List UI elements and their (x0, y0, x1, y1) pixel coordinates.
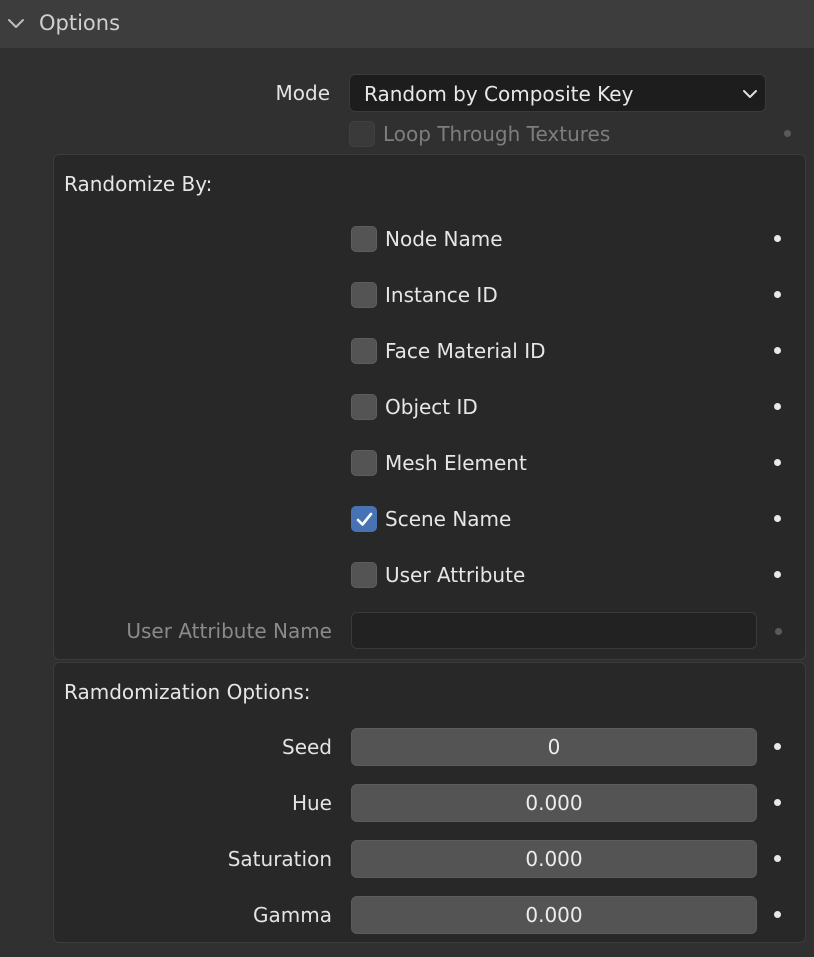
keyframe-dot-icon[interactable] (774, 911, 781, 918)
node-name-checkbox[interactable] (351, 226, 377, 252)
chevron-down-icon (8, 19, 24, 28)
randomization-options-title: Ramdomization Options: (64, 680, 311, 704)
gamma-field[interactable]: 0.000 (351, 896, 757, 934)
scene-name-checkbox[interactable] (351, 506, 377, 532)
panel-title: Options (39, 11, 121, 35)
face-material-id-label: Face Material ID (385, 339, 546, 363)
keyframe-dot-icon[interactable] (774, 291, 781, 298)
user-attribute-name-label: User Attribute Name (126, 619, 332, 643)
keyframe-dot-icon[interactable] (774, 855, 781, 862)
seed-label: Seed (282, 735, 332, 759)
gamma-label: Gamma (253, 903, 332, 927)
instance-id-label: Instance ID (385, 283, 498, 307)
seed-field[interactable]: 0 (351, 728, 757, 766)
keyframe-dot-icon[interactable] (774, 459, 781, 466)
node-name-label: Node Name (385, 227, 503, 251)
hue-field[interactable]: 0.000 (351, 784, 757, 822)
user-attribute-checkbox[interactable] (351, 562, 377, 588)
chevron-down-icon (743, 90, 757, 98)
mode-dropdown[interactable]: Random by Composite Key (349, 74, 766, 112)
keyframe-dot-icon[interactable] (774, 347, 781, 354)
keyframe-dot-icon[interactable] (774, 515, 781, 522)
keyframe-dot-icon[interactable] (774, 799, 781, 806)
face-material-id-checkbox[interactable] (351, 338, 377, 364)
saturation-field[interactable]: 0.000 (351, 840, 757, 878)
keyframe-dot-icon[interactable] (774, 235, 781, 242)
user-attribute-label: User Attribute (385, 563, 526, 587)
user-attribute-name-input[interactable] (351, 612, 757, 649)
loop-textures-label: Loop Through Textures (383, 122, 611, 146)
saturation-label: Saturation (227, 847, 332, 871)
instance-id-checkbox[interactable] (351, 282, 377, 308)
mesh-element-label: Mesh Element (385, 451, 527, 475)
object-id-label: Object ID (385, 395, 478, 419)
object-id-checkbox[interactable] (351, 394, 377, 420)
randomize-by-title: Randomize By: (64, 172, 213, 196)
keyframe-dot-icon[interactable] (774, 743, 781, 750)
checkmark-icon (356, 512, 373, 526)
options-panel-header[interactable]: Options (0, 0, 814, 48)
mesh-element-checkbox[interactable] (351, 450, 377, 476)
keyframe-dot-icon[interactable] (784, 130, 791, 137)
scene-name-label: Scene Name (385, 507, 512, 531)
loop-textures-checkbox[interactable] (349, 121, 375, 147)
keyframe-dot-icon[interactable] (774, 571, 781, 578)
keyframe-dot-icon[interactable] (774, 403, 781, 410)
hue-label: Hue (291, 791, 332, 815)
mode-label: Mode (275, 81, 331, 105)
keyframe-dot-icon[interactable] (775, 628, 782, 635)
mode-value: Random by Composite Key (364, 82, 634, 106)
